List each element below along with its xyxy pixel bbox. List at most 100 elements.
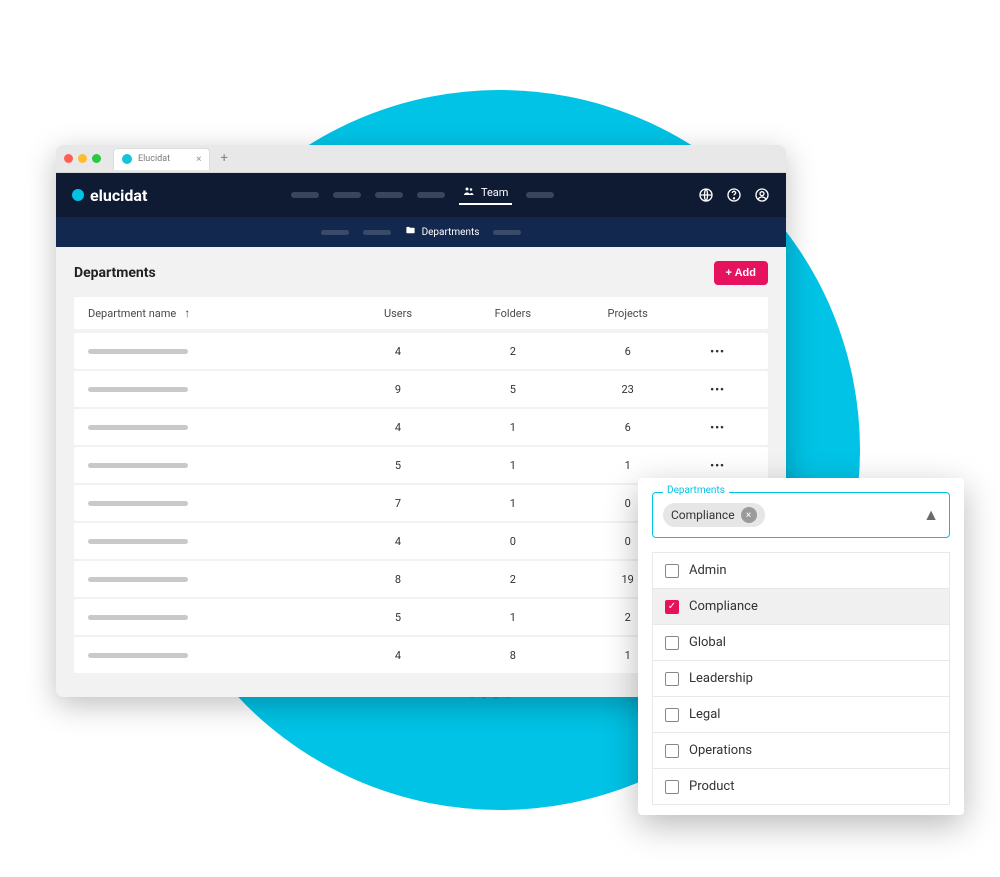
name-placeholder [88, 425, 188, 430]
app-topbar: elucidat Team [56, 173, 786, 217]
account-icon[interactable] [754, 187, 770, 203]
cell-department-name [88, 425, 341, 430]
name-placeholder [88, 539, 188, 544]
brand-name: elucidat [90, 186, 147, 205]
checkbox-icon[interactable]: ✓ [665, 600, 679, 614]
tab-close-icon[interactable]: × [196, 154, 201, 165]
cell-department-name [88, 539, 341, 544]
cell-department-name [88, 349, 341, 354]
cell-folders: 1 [455, 611, 570, 624]
table-header: Department name ↑ Users Folders Projects [74, 297, 768, 329]
cell-folders: 1 [455, 497, 570, 510]
nav-item-team[interactable]: Team [459, 185, 513, 205]
name-placeholder [88, 615, 188, 620]
option-label: Operations [689, 743, 752, 758]
cell-users: 8 [341, 573, 456, 586]
add-department-button[interactable]: + Add [714, 261, 768, 285]
cell-folders: 1 [455, 421, 570, 434]
nav-item-placeholder[interactable] [417, 192, 445, 198]
cell-users: 5 [341, 611, 456, 624]
browser-tab[interactable]: Elucidat × [113, 148, 210, 170]
checkbox-icon[interactable] [665, 744, 679, 758]
secondary-nav: Departments [56, 217, 786, 247]
cell-folders: 2 [455, 573, 570, 586]
cell-users: 9 [341, 383, 456, 396]
nav-item-placeholder[interactable] [375, 192, 403, 198]
cell-projects: 23 [570, 383, 685, 396]
table-row[interactable]: 9523••• [74, 371, 768, 407]
cell-department-name [88, 653, 341, 658]
option-legal[interactable]: Legal [653, 696, 949, 732]
col-header-folders[interactable]: Folders [455, 307, 570, 320]
option-label: Admin [689, 563, 727, 578]
option-global[interactable]: Global [653, 624, 949, 660]
globe-icon[interactable] [698, 187, 714, 203]
option-product[interactable]: Product [653, 768, 949, 804]
minimize-window-icon[interactable] [78, 154, 87, 163]
name-placeholder [88, 387, 188, 392]
nav-item-placeholder[interactable] [526, 192, 554, 198]
departments-select[interactable]: Departments Compliance × ▲ [652, 492, 950, 538]
selected-chip: Compliance × [663, 503, 765, 527]
option-label: Legal [689, 707, 720, 722]
cell-projects: 6 [570, 421, 685, 434]
new-tab-button[interactable]: + [220, 151, 227, 166]
name-placeholder [88, 501, 188, 506]
cell-department-name [88, 501, 341, 506]
cell-department-name [88, 615, 341, 620]
table-row[interactable]: 416••• [74, 409, 768, 445]
nav-item-placeholder[interactable] [291, 192, 319, 198]
option-leadership[interactable]: Leadership [653, 660, 949, 696]
subnav-item-placeholder[interactable] [493, 230, 521, 235]
row-actions-menu-icon[interactable]: ••• [685, 345, 754, 358]
checkbox-icon[interactable] [665, 672, 679, 686]
departments-filter-panel: Departments Compliance × ▲ Admin ✓ Complia… [638, 478, 964, 815]
chip-label: Compliance [671, 508, 735, 522]
option-label: Global [689, 635, 726, 650]
checkbox-icon[interactable] [665, 636, 679, 650]
checkbox-icon[interactable] [665, 780, 679, 794]
subnav-item-placeholder[interactable] [321, 230, 349, 235]
table-row[interactable]: 426••• [74, 333, 768, 369]
option-compliance[interactable]: ✓ Compliance [653, 588, 949, 624]
folder-icon [405, 225, 416, 239]
close-window-icon[interactable] [64, 154, 73, 163]
name-placeholder [88, 653, 188, 658]
cell-department-name [88, 387, 341, 392]
cell-users: 4 [341, 535, 456, 548]
maximize-window-icon[interactable] [92, 154, 101, 163]
cell-users: 4 [341, 421, 456, 434]
name-placeholder [88, 463, 188, 468]
cell-projects: 1 [570, 459, 685, 472]
subnav-item-departments[interactable]: Departments [405, 225, 480, 239]
caret-up-icon[interactable]: ▲ [923, 505, 939, 525]
option-operations[interactable]: Operations [653, 732, 949, 768]
tab-title: Elucidat [138, 154, 170, 164]
window-controls [64, 154, 101, 163]
page-title: Departments [74, 265, 156, 281]
help-icon[interactable] [726, 187, 742, 203]
checkbox-icon[interactable] [665, 708, 679, 722]
cell-users: 4 [341, 649, 456, 662]
row-actions-menu-icon[interactable]: ••• [685, 459, 754, 472]
col-header-projects[interactable]: Projects [570, 307, 685, 320]
brand-logo[interactable]: elucidat [72, 186, 147, 205]
col-header-users[interactable]: Users [341, 307, 456, 320]
chip-remove-icon[interactable]: × [741, 507, 757, 523]
subnav-item-placeholder[interactable] [363, 230, 391, 235]
cell-department-name [88, 463, 341, 468]
cell-folders: 0 [455, 535, 570, 548]
option-label: Leadership [689, 671, 753, 686]
brand-mark-icon [72, 189, 84, 201]
nav-item-label: Team [481, 186, 509, 199]
subnav-item-label: Departments [422, 227, 480, 238]
option-label: Compliance [689, 599, 758, 614]
checkbox-icon[interactable] [665, 564, 679, 578]
row-actions-menu-icon[interactable]: ••• [685, 421, 754, 434]
option-admin[interactable]: Admin [653, 552, 949, 588]
col-header-name[interactable]: Department name ↑ [88, 306, 341, 320]
nav-item-placeholder[interactable] [333, 192, 361, 198]
page-header: Departments + Add [74, 261, 768, 285]
row-actions-menu-icon[interactable]: ••• [685, 383, 754, 396]
cell-users: 7 [341, 497, 456, 510]
